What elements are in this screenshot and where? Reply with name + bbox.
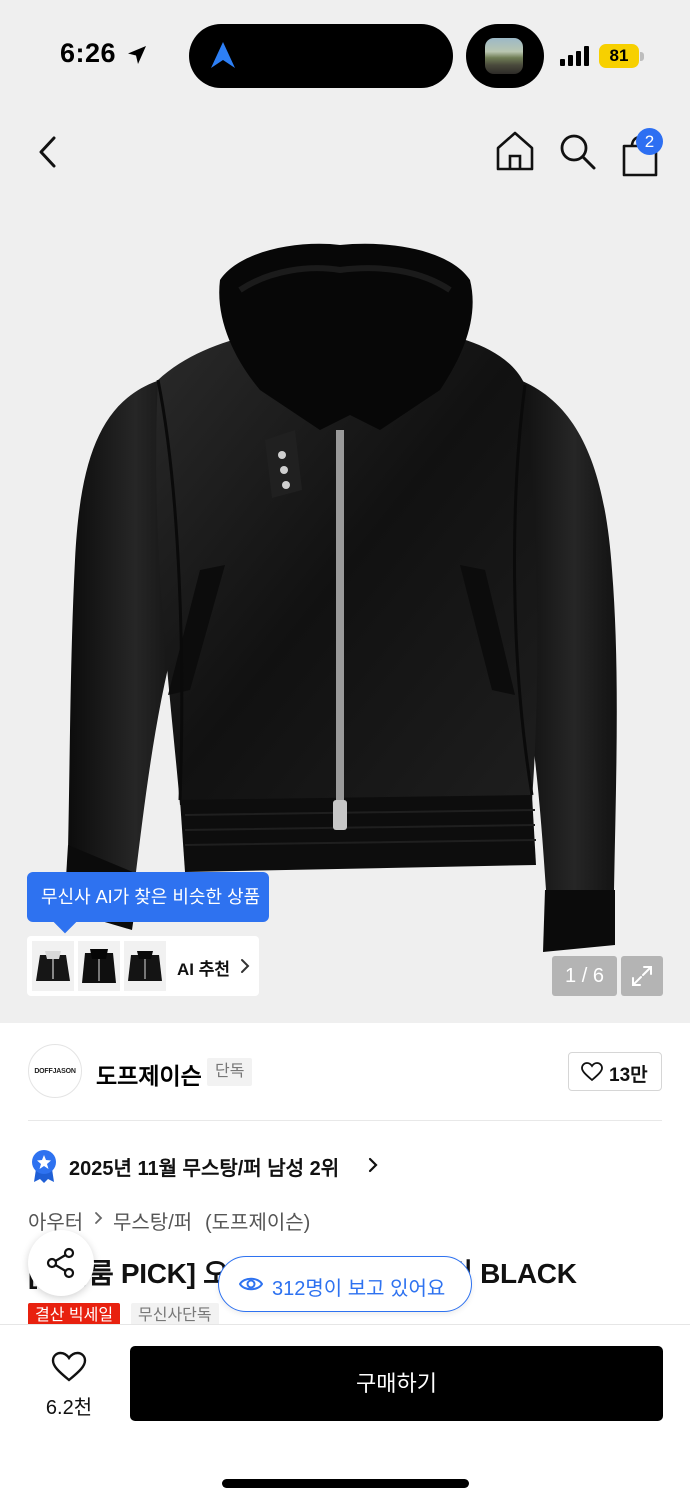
ai-thumbnail-3[interactable]	[124, 941, 166, 991]
chevron-right-icon	[95, 1212, 103, 1224]
jacket-thumb-image	[128, 951, 162, 981]
divider	[28, 1120, 662, 1121]
breadcrumb-brand[interactable]: (도프제이슨)	[205, 1206, 310, 1235]
media-thumbnail	[485, 38, 523, 74]
heart-icon	[51, 1351, 87, 1382]
search-icon[interactable]	[556, 128, 598, 174]
status-time: 6:26	[60, 38, 117, 68]
bottom-action-bar: 6.2천 구매하기	[0, 1324, 690, 1500]
ai-thumbnail-2[interactable]	[78, 941, 120, 991]
cart-count-badge: 2	[636, 128, 663, 155]
ranking-medal-icon	[32, 1150, 56, 1183]
ai-tooltip-text: 무신사 AI가 찾은 비슷한 상품	[41, 887, 261, 907]
ai-recommend-card[interactable]: AI 추천	[27, 936, 259, 996]
image-page-counter: 1 / 6	[552, 956, 617, 996]
brand-logo[interactable]: DOFFJASON	[28, 1044, 82, 1098]
location-arrow-icon	[128, 46, 146, 64]
jacket-thumb-image	[82, 949, 116, 983]
battery-tip	[640, 52, 644, 61]
ai-thumbnail-1[interactable]	[32, 941, 74, 991]
share-icon	[46, 1247, 75, 1279]
ai-recommend-label: AI 추천	[177, 960, 231, 979]
share-button[interactable]	[28, 1230, 94, 1296]
brand-name[interactable]: 도프제이슨	[96, 1057, 202, 1091]
heart-icon	[581, 1062, 603, 1082]
exclusive-badge: 단독	[207, 1058, 253, 1086]
jacket-thumb-image	[36, 951, 70, 981]
brand-like-button[interactable]: 13만	[568, 1052, 662, 1091]
status-bar: 6:26 81	[0, 0, 690, 110]
live-viewers-pill: 312명이 보고 있어요	[218, 1256, 472, 1312]
back-chevron-icon[interactable]	[30, 130, 70, 174]
live-activity-thumbnail	[466, 24, 544, 88]
maps-nav-icon	[211, 42, 235, 68]
chevron-right-icon	[368, 1157, 378, 1173]
battery-icon: 81	[599, 44, 639, 68]
signal-icon	[560, 46, 589, 66]
dynamic-island	[189, 24, 453, 88]
wishlist-button[interactable]: 6.2천	[30, 1351, 108, 1421]
product-image[interactable]	[40, 240, 660, 980]
product-gallery[interactable]: 무신사 AI가 찾은 비슷한 상품 AI 추천 1 / 6	[0, 110, 690, 1023]
battery-level: 81	[609, 46, 629, 65]
buy-button[interactable]: 구매하기	[130, 1346, 663, 1421]
home-icon[interactable]	[494, 128, 536, 174]
live-viewers-text: 312명이 보고 있어요	[272, 1278, 446, 1300]
chevron-right-icon	[241, 959, 250, 973]
wishlist-count: 6.2천	[45, 1397, 93, 1419]
brand-like-count: 13만	[609, 1065, 648, 1086]
ai-similar-tooltip[interactable]: 무신사 AI가 찾은 비슷한 상품	[27, 872, 269, 922]
home-indicator[interactable]	[222, 1479, 469, 1488]
expand-image-button[interactable]	[621, 956, 663, 996]
eye-icon	[239, 1277, 263, 1291]
breadcrumb-subcategory[interactable]: 무스탕/퍼	[113, 1206, 192, 1235]
ranking-text[interactable]: 2025년 11월 무스탕/퍼 남성 2위	[69, 1152, 339, 1181]
expand-icon	[632, 966, 652, 986]
